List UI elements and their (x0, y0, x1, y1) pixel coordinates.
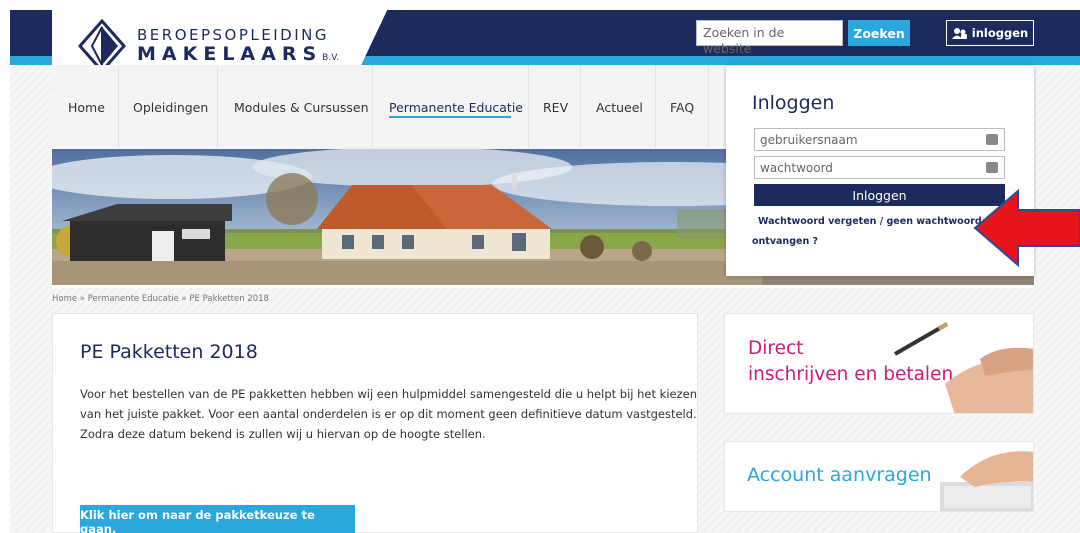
nav-item-home[interactable]: Home (68, 100, 105, 115)
content-line: Zodra deze datum bekend is zullen wij u … (80, 427, 486, 441)
content-line: Voor het bestellen van de PE pakketten h… (80, 387, 697, 401)
users-icon (951, 27, 967, 39)
hand-pen-icon (894, 322, 1033, 413)
login-header-button[interactable]: inloggen (946, 20, 1034, 46)
login-title: Inloggen (752, 92, 835, 114)
nav-divider (708, 65, 709, 149)
keyboard-hand-icon (940, 451, 1033, 511)
forgot-password-link[interactable]: Wachtwoord vergeten / geen wachtwoord on… (752, 212, 992, 252)
nav-item-rev[interactable]: REV (543, 100, 568, 115)
page-title: PE Pakketten 2018 (80, 341, 258, 363)
nav-divider (580, 65, 581, 149)
username-field[interactable]: gebruikersnaam (754, 128, 1005, 151)
login-header-label: inloggen (971, 26, 1029, 40)
logo-text-main: MAKELAARS (137, 43, 323, 65)
promo-account-text: Account aanvragen (747, 464, 932, 486)
nav-item-modules[interactable]: Modules & Cursussen (234, 100, 369, 115)
logo-text-line2: MAKELAARSB.V. (137, 43, 339, 65)
nav-item-actueel[interactable]: Actueel (596, 100, 643, 115)
nav-divider (655, 65, 656, 149)
package-choice-button[interactable]: Klik hier om naar de pakketkeuze te gaan… (80, 505, 355, 533)
username-placeholder: gebruikersnaam (760, 133, 858, 147)
window-edge (0, 0, 10, 533)
nav-active-indicator (389, 116, 511, 118)
password-manager-icon[interactable] (986, 162, 998, 173)
password-manager-icon[interactable] (986, 134, 998, 145)
nav-divider (372, 65, 373, 149)
breadcrumb[interactable]: Home » Permanente Educatie » PE Pakkette… (52, 294, 269, 304)
search-button[interactable]: Zoeken (848, 20, 910, 46)
red-arrow-annotation-icon (973, 188, 1080, 268)
password-field[interactable]: wachtwoord (754, 156, 1005, 179)
promo-direct-enroll[interactable]: Direct inschrijven en betalen (724, 313, 1034, 414)
nav-divider (118, 65, 119, 149)
logo-text-line1: BEROEPSOPLEIDING (137, 26, 329, 44)
content-paragraph: Voor het bestellen van de PE pakketten h… (80, 384, 697, 444)
forgot-line2: ontvangen ? (752, 236, 819, 247)
nav-item-opleidingen[interactable]: Opleidingen (133, 100, 208, 115)
password-placeholder: wachtwoord (760, 161, 833, 175)
nav-item-faq[interactable]: FAQ (670, 100, 694, 115)
promo-account-request[interactable]: Account aanvragen (724, 441, 1034, 512)
forgot-line1: Wachtwoord vergeten / geen wachtwoord (758, 216, 982, 227)
nav-divider (217, 65, 218, 149)
banner-divider (52, 285, 1034, 288)
logo-bv: B.V. (322, 53, 340, 63)
nav-item-permanente-educatie[interactable]: Permanente Educatie (389, 100, 523, 115)
content-line: van het juiste pakket. Voor een aantal o… (80, 407, 697, 421)
login-submit-button[interactable]: Inloggen (754, 184, 1005, 206)
nav-divider (528, 65, 529, 149)
search-input[interactable]: Zoeken in de website (696, 20, 843, 56)
